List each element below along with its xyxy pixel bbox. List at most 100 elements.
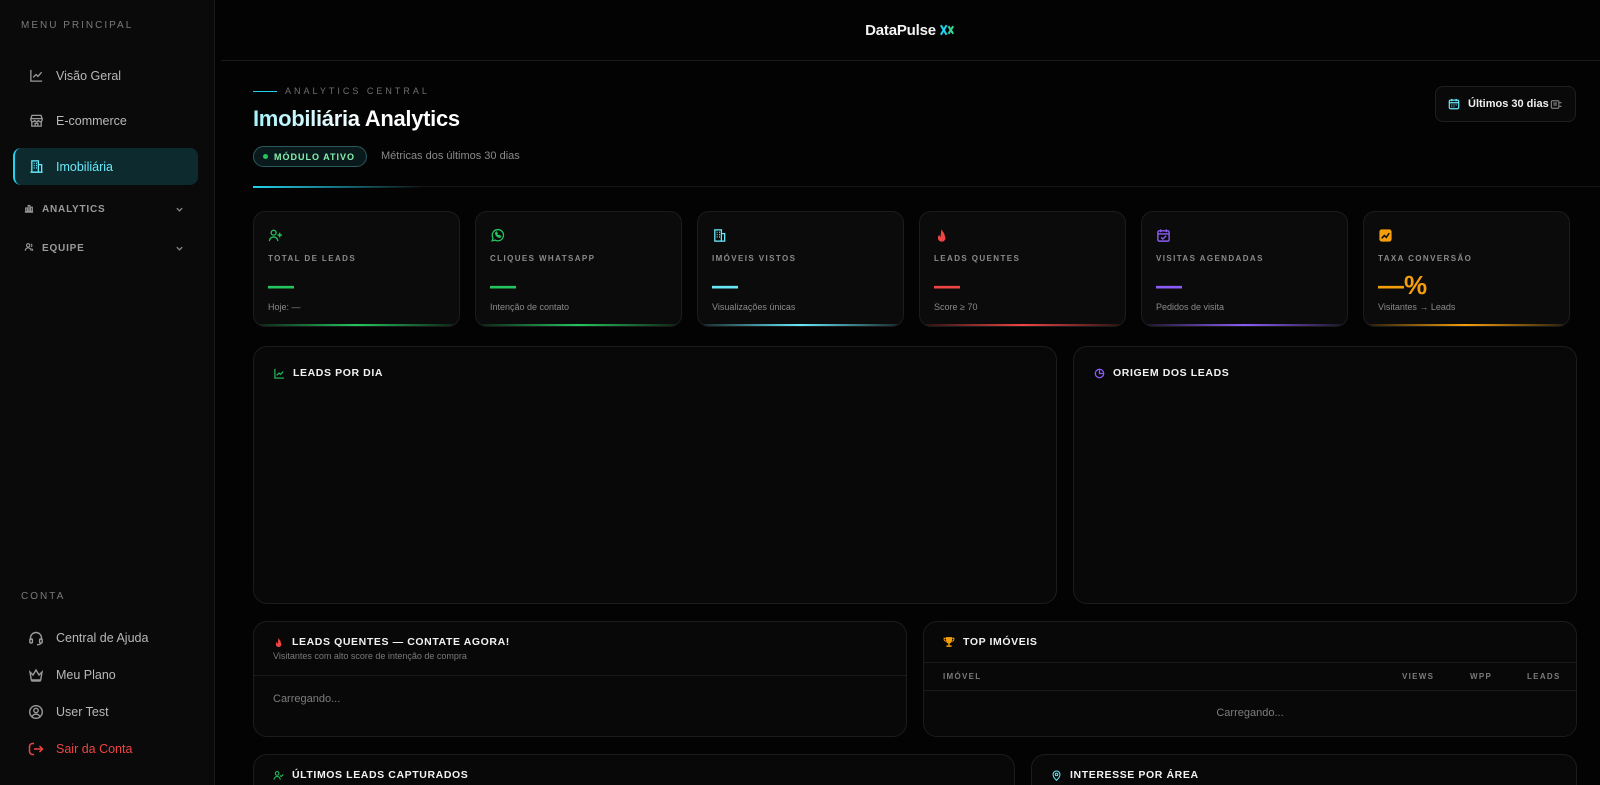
table-header-imovel[interactable]: IMÓVEL: [943, 672, 981, 681]
chart-line-icon: [27, 67, 45, 85]
top-bar: DataPulse: [221, 0, 1600, 61]
stat-card-accent: [476, 324, 681, 326]
whatsapp-icon: [490, 228, 506, 244]
sidebar-item-meu-plano[interactable]: Meu Plano: [13, 656, 198, 693]
panel-leads-quentes: LEADS QUENTES — CONTATE AGORA! Visitante…: [253, 621, 907, 737]
stat-card-subtext: Score ≥ 70: [934, 302, 978, 312]
panel-title: ORIGEM DOS LEADS: [1094, 367, 1229, 379]
brand-logo[interactable]: DataPulse: [865, 22, 956, 39]
panel-title: LEADS POR DIA: [274, 367, 383, 379]
trend-icon: [1378, 228, 1394, 244]
stat-card-subtext: Visitantes → Leads: [1378, 302, 1456, 312]
header-divider: [253, 186, 1600, 187]
sidebar: MENU PRINCIPAL Visão Geral E-commerce Im…: [0, 0, 215, 785]
logout-icon: [27, 740, 45, 758]
brand-name: DataPulse: [865, 21, 936, 39]
user-plus-icon: [268, 228, 284, 244]
date-range-label: Últimos 30 dias: [1468, 98, 1549, 110]
stat-card-accent: [1142, 324, 1347, 326]
app-root: MENU PRINCIPAL Visão Geral E-commerce Im…: [0, 0, 1600, 785]
export-icon: [1550, 98, 1563, 111]
map-pin-icon: [1051, 770, 1062, 781]
stat-card-accent: [698, 324, 903, 326]
panel-leads-por-dia: LEADS POR DIA: [253, 346, 1057, 604]
panel-title-label: LEADS POR DIA: [293, 367, 384, 379]
chevron-down-icon: [175, 244, 184, 253]
sidebar-item-label: Sair da Conta: [56, 741, 133, 756]
panel-title: ÚLTIMOS LEADS CAPTURADOS: [273, 769, 468, 781]
stat-card-accent: [920, 324, 1125, 326]
sidebar-group-equipe[interactable]: EQUIPE: [24, 242, 184, 254]
sidebar-item-label: Visão Geral: [56, 68, 122, 83]
crown-icon: [27, 666, 45, 684]
stat-card-value: —%: [1378, 270, 1428, 300]
user-check-icon: [273, 770, 284, 781]
stat-card-accent: [1364, 324, 1569, 326]
sidebar-item-visao-geral[interactable]: Visão Geral: [13, 57, 198, 94]
panel-divider: [254, 675, 906, 676]
loading-text: Carregando...: [1216, 707, 1284, 719]
page-title: Imobiliária Analytics: [253, 106, 460, 131]
logout-button[interactable]: Sair da Conta: [13, 730, 198, 767]
sidebar-item-label: Meu Plano: [56, 667, 116, 682]
panel-subtitle: Visitantes com alto score de intenção de…: [273, 651, 467, 661]
sidebar-group-label: ANALYTICS: [42, 203, 106, 215]
sidebar-item-label: Central de Ajuda: [56, 630, 149, 645]
stat-card-value: —: [934, 270, 960, 300]
team-icon: [24, 242, 36, 254]
eyebrow: ANALYTICS CENTRAL: [253, 86, 430, 96]
sidebar-item-central-de-ajuda[interactable]: Central de Ajuda: [13, 619, 198, 656]
stat-card-imoveis-vistos: IMÓVEIS VISTOS — Visualizações únicas: [697, 211, 904, 327]
sidebar-item-user[interactable]: User Test: [13, 693, 198, 730]
stat-card-subtext: Pedidos de visita: [1156, 302, 1225, 312]
sidebar-item-imobiliaria[interactable]: Imobiliária: [13, 148, 198, 185]
sidebar-item-label: Imobiliária: [56, 159, 113, 174]
building-icon: [27, 158, 45, 176]
panel-origem-dos-leads: ORIGEM DOS LEADS: [1073, 346, 1577, 604]
panel-interesse-por-area: INTERESSE POR ÁREA: [1031, 754, 1577, 785]
panel-title: TOP IMÓVEIS: [943, 636, 1037, 648]
page-subtitle: Métricas dos últimos 30 dias: [381, 150, 520, 162]
stat-card-label: TAXA CONVERSÃO: [1378, 254, 1473, 263]
table-header-divider-top: [924, 662, 1576, 663]
stat-card-label: VISITAS AGENDADAS: [1156, 254, 1264, 263]
loading-text: Carregando...: [273, 693, 341, 705]
sidebar-item-ecommerce[interactable]: E-commerce: [13, 102, 198, 139]
sidebar-group-analytics[interactable]: ANALYTICS: [24, 203, 184, 215]
menu-section-label: MENU PRINCIPAL: [21, 20, 134, 31]
panel-title-label: LEADS QUENTES — CONTATE AGORA!: [292, 636, 510, 648]
panel-top-imoveis: TOP IMÓVEIS IMÓVEL VIEWS WPP LEADS Carre…: [923, 621, 1577, 737]
stat-card-accent: [254, 324, 459, 326]
analytics-icon: [24, 203, 36, 215]
sidebar-item-label: E-commerce: [56, 113, 127, 128]
stat-card-subtext: Intenção de contato: [490, 302, 570, 312]
stat-card-label: CLIQUES WHATSAPP: [490, 254, 596, 263]
sidebar-item-label: User Test: [56, 704, 109, 719]
table-header-views[interactable]: VIEWS: [1402, 672, 1434, 681]
stat-card-taxa-conversao: TAXA CONVERSÃO —% Visitantes → Leads: [1363, 211, 1570, 327]
calendar-icon: [1448, 98, 1460, 110]
stat-card-label: IMÓVEIS VISTOS: [712, 254, 797, 263]
eyebrow-text: ANALYTICS CENTRAL: [285, 86, 430, 96]
sidebar-group-label: EQUIPE: [42, 242, 85, 254]
account-section-label: CONTA: [21, 591, 66, 602]
panel-title-label: ÚLTIMOS LEADS CAPTURADOS: [292, 769, 469, 781]
user-circle-icon: [27, 703, 45, 721]
headset-icon: [27, 629, 45, 647]
store-icon: [27, 112, 45, 130]
building-icon: [712, 228, 728, 244]
table-header-leads[interactable]: LEADS: [1527, 672, 1561, 681]
chevron-down-icon: [175, 205, 184, 214]
date-range-button[interactable]: Últimos 30 dias: [1435, 86, 1576, 122]
calendar-check-icon: [1156, 228, 1172, 244]
stat-card-subtext: Hoje: —: [268, 302, 301, 312]
header-divider-accent: [253, 186, 423, 188]
status-badge-label: MÓDULO ATIVO: [274, 151, 355, 162]
panel-title-label: TOP IMÓVEIS: [963, 636, 1038, 648]
fire-icon: [934, 228, 950, 244]
panel-ultimos-leads: ÚLTIMOS LEADS CAPTURADOS: [253, 754, 1015, 785]
stat-card-value: —: [268, 270, 294, 300]
main-content: DataPulse ANALYTICS CENTRAL Imobiliária …: [221, 0, 1600, 785]
table-header-wpp[interactable]: WPP: [1470, 672, 1492, 681]
panel-title-label: INTERESSE POR ÁREA: [1070, 769, 1199, 781]
